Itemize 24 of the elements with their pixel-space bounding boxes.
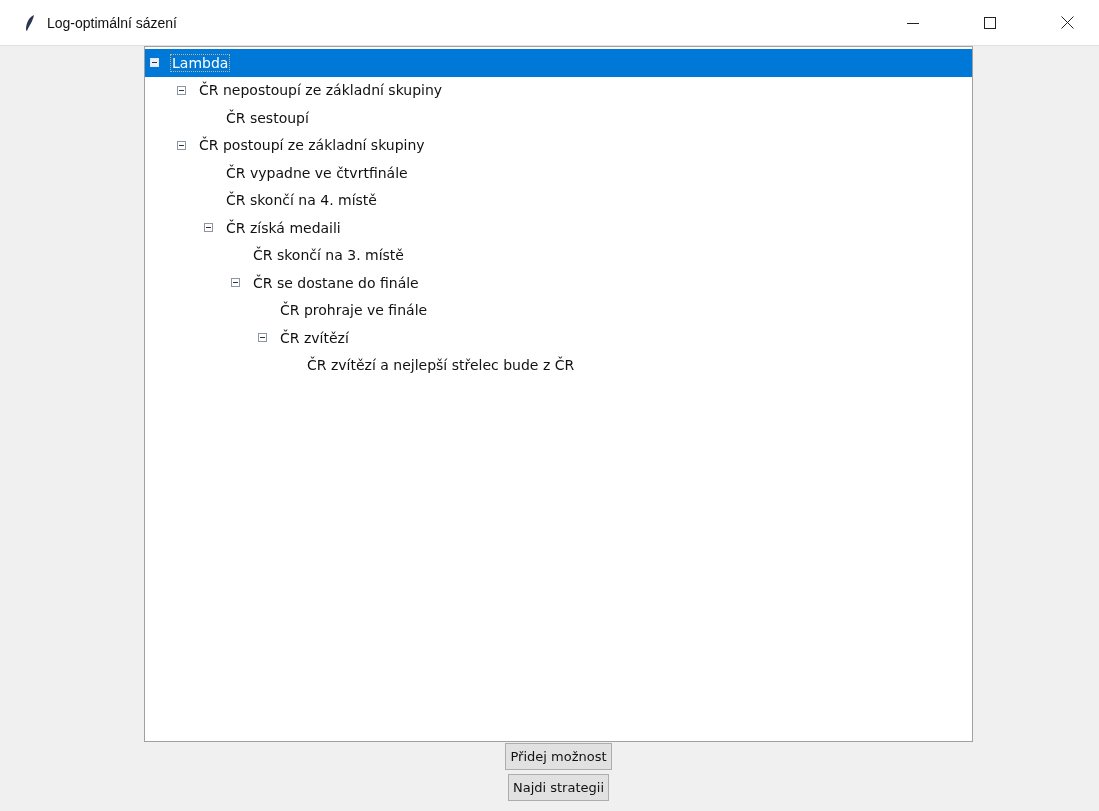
- maximize-icon[interactable]: [984, 16, 996, 29]
- collapse-icon[interactable]: [204, 223, 213, 233]
- collapse-icon[interactable]: [177, 85, 186, 95]
- tree-item[interactable]: ČR skončí na 4. místě: [225, 192, 378, 209]
- collapse-icon[interactable]: [258, 333, 267, 343]
- tree-item[interactable]: ČR skončí na 3. místě: [252, 247, 405, 264]
- tree-item[interactable]: ČR vypadne ve čtvrtfinále: [225, 164, 409, 181]
- tree-item[interactable]: ČR zvítězí: [279, 329, 350, 346]
- collapse-icon[interactable]: [231, 278, 240, 288]
- window-title: Log-optimální sázení: [47, 14, 177, 31]
- tree-item[interactable]: Lambda: [171, 54, 230, 71]
- tree-item[interactable]: ČR postoupí ze základní skupiny: [198, 137, 426, 154]
- close-icon[interactable]: [1061, 16, 1074, 29]
- action-button[interactable]: Přidej možnost: [505, 743, 612, 770]
- tree-item[interactable]: ČR se dostane do finále: [252, 274, 420, 291]
- tree-item[interactable]: ČR zvítězí a nejlepší střelec bude z ČR: [306, 357, 576, 374]
- tree-view[interactable]: [144, 46, 973, 742]
- tree-item[interactable]: ČR sestoupí: [225, 109, 310, 126]
- feather-icon: [25, 13, 35, 32]
- tree-item[interactable]: ČR nepostoupí ze základní skupiny: [198, 82, 444, 99]
- tree-item[interactable]: ČR získá medaili: [225, 219, 342, 236]
- collapse-icon[interactable]: [177, 140, 186, 150]
- action-button[interactable]: Najdi strategii: [507, 774, 609, 801]
- tree-item[interactable]: ČR prohraje ve finále: [279, 302, 429, 319]
